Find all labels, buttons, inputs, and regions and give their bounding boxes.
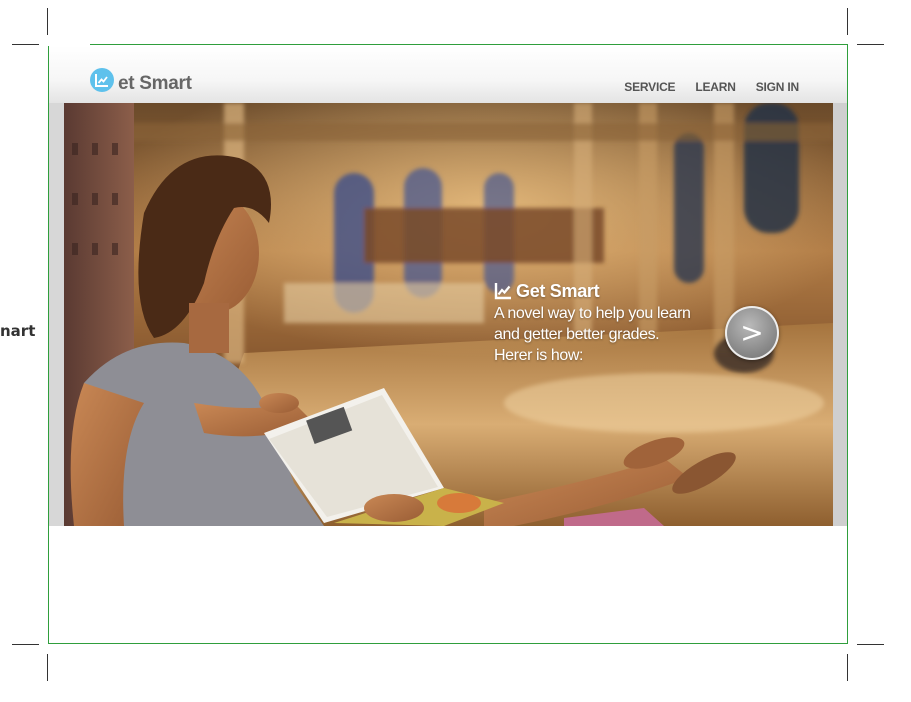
hero-body: A novel way to help you learn and getter… bbox=[494, 303, 724, 366]
crop-mark bbox=[857, 644, 884, 645]
crop-mark bbox=[847, 8, 848, 35]
nav-service[interactable]: SERVICE bbox=[624, 80, 675, 94]
crop-mark bbox=[847, 654, 848, 681]
hero-title-row: Get Smart bbox=[494, 280, 724, 302]
crop-mark bbox=[47, 654, 48, 681]
side-label: nart bbox=[0, 322, 36, 340]
crop-mark bbox=[12, 44, 39, 45]
main-nav: SERVICE LEARN SIGN IN bbox=[624, 80, 799, 94]
hero-title: Get Smart bbox=[516, 280, 600, 301]
crop-mark bbox=[857, 44, 884, 45]
nav-learn[interactable]: LEARN bbox=[695, 80, 736, 94]
crop-mark bbox=[12, 644, 39, 645]
hero-line: and getter better grades. bbox=[494, 326, 660, 343]
hero-line: A novel way to help you learn bbox=[494, 305, 691, 322]
site-header: et Smart SERVICE LEARN SIGN IN bbox=[49, 46, 847, 103]
hero-banner: Get Smart A novel way to help you learn … bbox=[49, 103, 847, 526]
hero-line: Herer is how: bbox=[494, 347, 584, 364]
nav-sign-in[interactable]: SIGN IN bbox=[756, 80, 799, 94]
chevron-right-icon: > bbox=[740, 316, 764, 349]
chart-icon bbox=[494, 283, 511, 300]
hero-copy: Get Smart A novel way to help you learn … bbox=[494, 280, 724, 366]
logo-text: et Smart bbox=[118, 73, 192, 94]
crop-mark bbox=[47, 8, 48, 35]
next-slide-button[interactable]: > bbox=[725, 306, 779, 360]
chart-icon bbox=[90, 68, 114, 92]
